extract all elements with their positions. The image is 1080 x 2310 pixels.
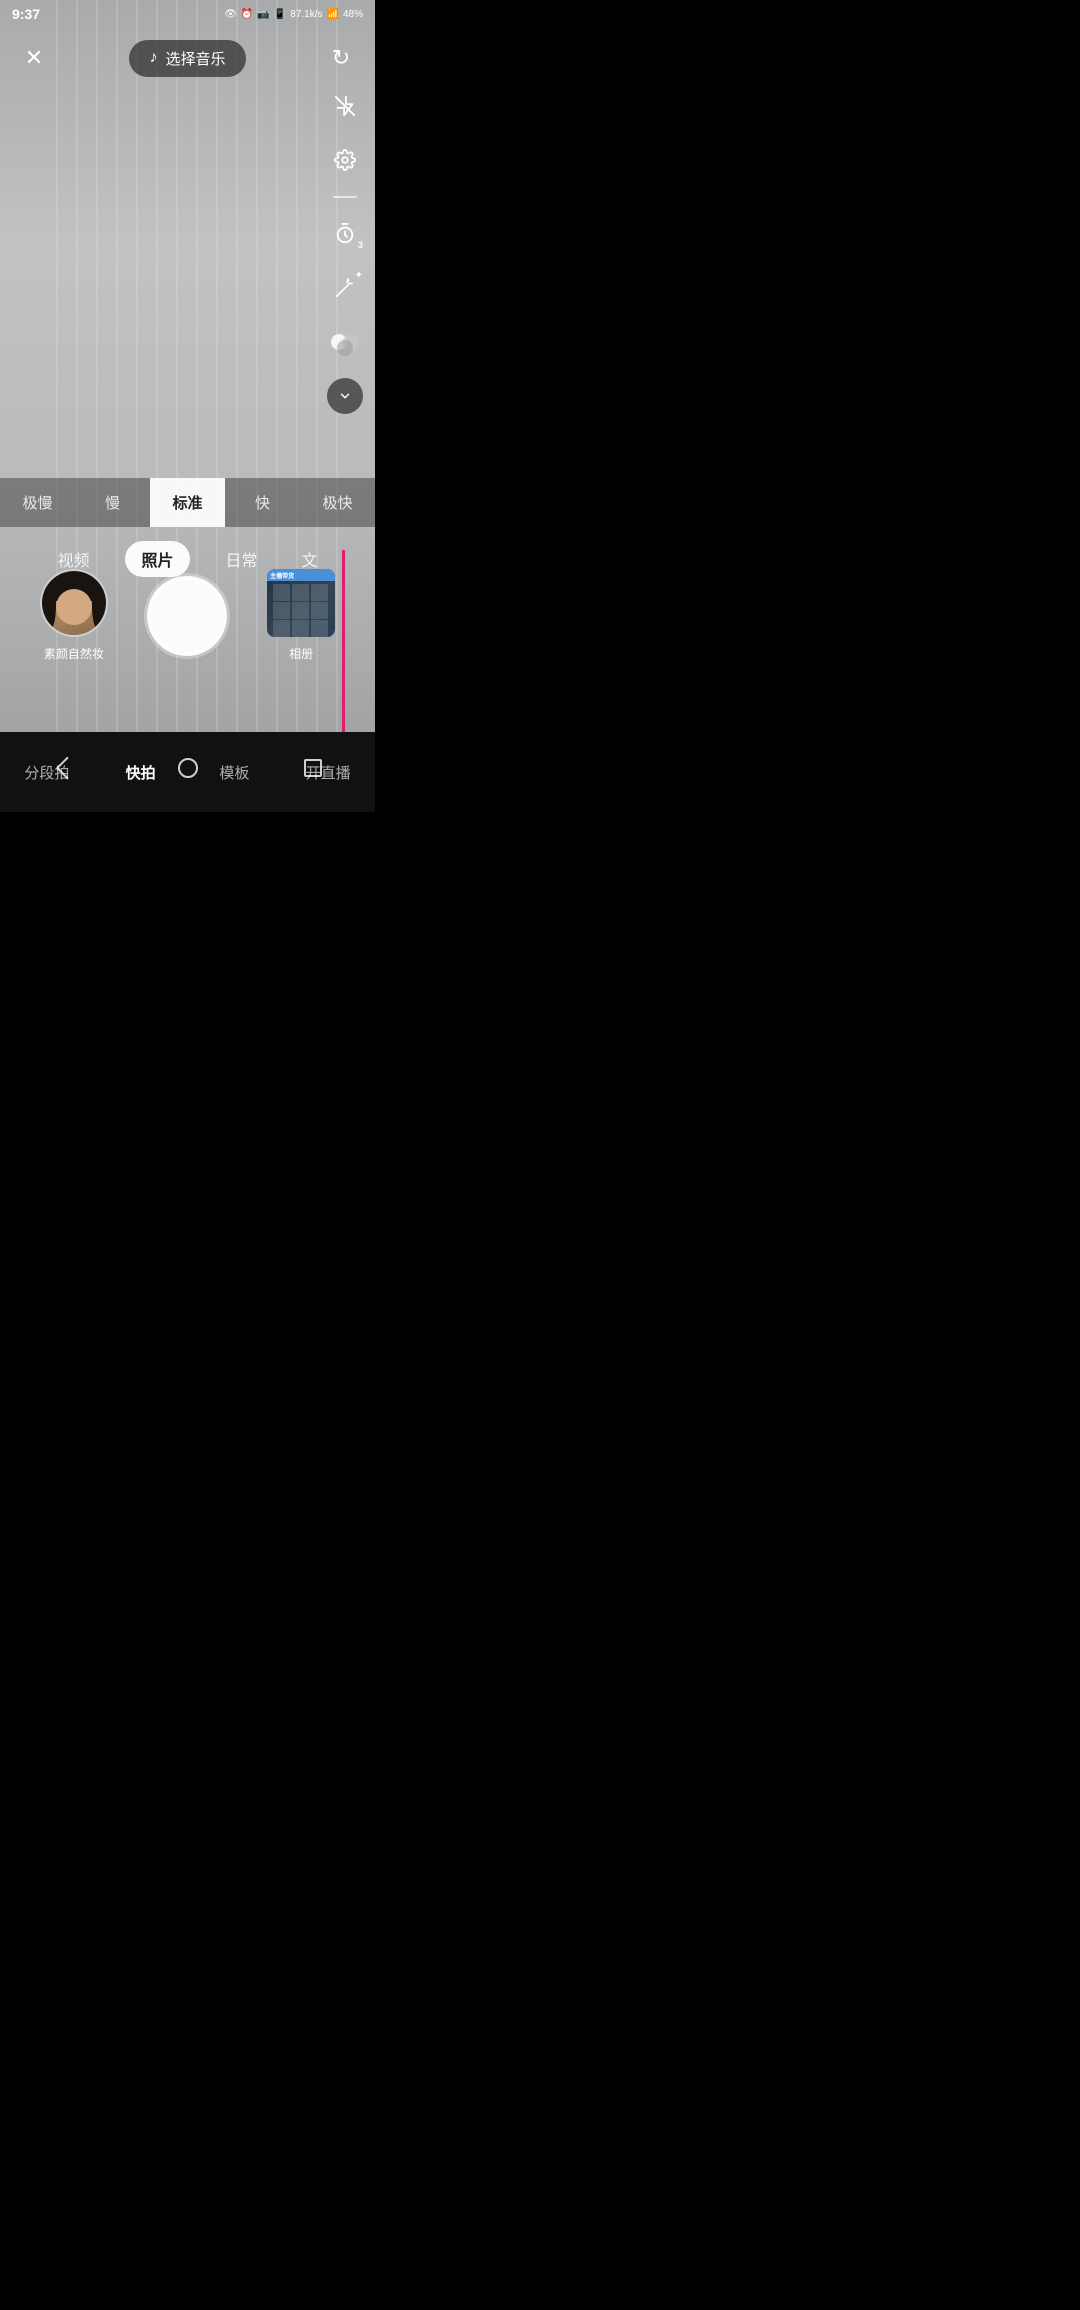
music-icon: ♪ (149, 49, 157, 67)
circle-icon-3 (337, 340, 353, 356)
music-select-button[interactable]: ♪ 选择音乐 (129, 40, 245, 77)
back-icon (55, 757, 78, 780)
status-wifi-icon: 📶 (327, 9, 339, 20)
sparkle-icon: ✦ (355, 270, 363, 281)
status-icons: 👁 ⏰ 📷 📳 87.1k/s 📶 48% (224, 9, 363, 20)
camera-controls: 素颜自然妆 主播带货 (0, 569, 375, 662)
filter-thumbnail[interactable] (40, 569, 108, 637)
speed-normal[interactable]: 标准 (150, 478, 225, 527)
music-label: 选择音乐 (165, 48, 225, 69)
status-vibrate-icon: 📳 (274, 9, 286, 20)
beauty-button[interactable]: ✦ (327, 270, 363, 306)
flip-camera-button[interactable]: ↻ (323, 40, 359, 76)
filter-label: 素颜自然妆 (44, 645, 104, 662)
album-thumbnail[interactable]: 主播带货 (267, 569, 335, 637)
status-camera-icon: 📷 (257, 9, 269, 20)
album-grid (273, 584, 329, 637)
timer-button[interactable]: 3 (327, 216, 363, 252)
settings-button[interactable] (327, 142, 363, 178)
filter-colors-button[interactable] (327, 324, 363, 360)
home-icon (178, 758, 198, 778)
album-container: 主播带货 相册 (267, 569, 335, 662)
shutter-button[interactable] (147, 576, 227, 656)
album-label: 相册 (289, 645, 313, 662)
speed-very-fast[interactable]: 极快 (300, 478, 375, 527)
home-button[interactable] (166, 746, 210, 790)
timer-badge: 3 (358, 240, 363, 250)
filter-container: 素颜自然妆 (40, 569, 108, 662)
speed-slow[interactable]: 慢 (75, 478, 150, 527)
system-nav (0, 732, 375, 812)
camera-viewfinder (0, 0, 375, 812)
back-button[interactable] (41, 746, 85, 790)
sidebar-divider (333, 196, 357, 198)
flash-button[interactable] (327, 88, 363, 124)
right-sidebar: 3 ✦ (327, 88, 363, 414)
screen: 9:37 👁 ⏰ 📷 📳 87.1k/s 📶 48% ✕ ♪ 选择音乐 ↻ (0, 0, 375, 812)
top-bar: ✕ ♪ 选择音乐 ↻ (0, 28, 375, 88)
speed-fast[interactable]: 快 (225, 478, 300, 527)
status-alarm-icon: ⏰ (241, 9, 253, 20)
speed-very-slow[interactable]: 极慢 (0, 478, 75, 527)
recents-icon (304, 759, 322, 777)
status-battery-icon: 48% (343, 9, 363, 20)
status-eye-icon: 👁 (224, 9, 237, 20)
speed-selector: 极慢 慢 标准 快 极快 (0, 478, 375, 527)
expand-button[interactable] (327, 378, 363, 414)
album-header: 主播带货 (267, 569, 335, 581)
close-button[interactable]: ✕ (16, 40, 52, 76)
status-time: 9:37 (12, 6, 40, 22)
status-speed-icon: 87.1k/s (290, 9, 322, 20)
recents-button[interactable] (291, 746, 335, 790)
status-bar: 9:37 👁 ⏰ 📷 📳 87.1k/s 📶 48% (0, 0, 375, 28)
